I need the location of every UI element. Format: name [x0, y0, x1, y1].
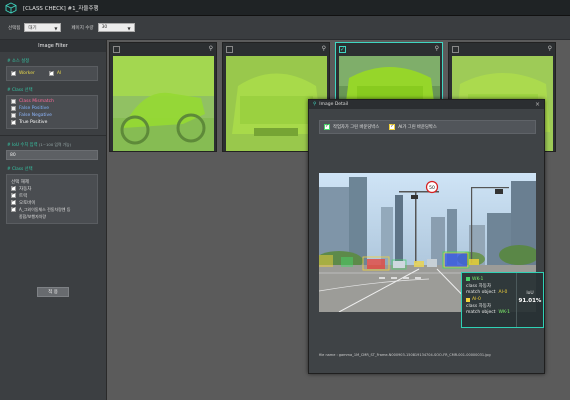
card-checkbox[interactable]: [452, 46, 459, 53]
checkbox-icon[interactable]: [11, 99, 16, 104]
checkbox-icon[interactable]: ✓: [324, 124, 330, 130]
title-bar: [CLASS CHECK] #1_자율주행: [0, 0, 570, 16]
checkbox-icon[interactable]: ✓: [11, 193, 16, 198]
class-group: Class Mismatch False Positive False Nega…: [6, 95, 98, 129]
page-size-select[interactable]: 30 ▼: [97, 23, 135, 32]
class-item-truck[interactable]: ✓ 트럭: [11, 192, 93, 199]
card-checkbox[interactable]: [113, 46, 120, 53]
checkbox-icon[interactable]: [11, 113, 16, 118]
apply-button[interactable]: 적 용: [37, 287, 69, 297]
worker-bbox-toggle[interactable]: ✓ 작업자가 그린 바운딩박스: [324, 124, 379, 130]
checkbox-icon[interactable]: ✓: [11, 186, 16, 191]
checkbox-icon[interactable]: ✓: [11, 120, 16, 125]
card-checkbox-checked[interactable]: ✓: [339, 46, 346, 53]
toolbar: 선택됨 대기 ▼ 페이지 수량 30 ▼: [0, 16, 570, 40]
thumbnail-image: [113, 56, 214, 151]
iou-panel: IoU 91.01%: [516, 273, 543, 327]
app-title: [CLASS CHECK] #1_자율주행: [23, 5, 99, 12]
iou-label: IoU: [526, 291, 534, 296]
chevron-down-icon: ▼: [127, 26, 131, 31]
checkbox-icon[interactable]: [11, 106, 16, 111]
zoom-icon[interactable]: ⚲: [322, 45, 326, 52]
worker-color-swatch: [466, 277, 470, 282]
source-section-title: # 소스 설정: [7, 59, 30, 64]
close-icon[interactable]: ×: [535, 101, 540, 108]
bbox-options: ✓ 작업자가 그린 바운딩박스 ✓ AI가 그린 바운딩박스: [319, 120, 536, 134]
filter-sidebar: Image Filter # 소스 설정 ✓ Worker ✓ AI # Cla…: [0, 40, 107, 400]
card-checkbox[interactable]: [226, 46, 233, 53]
divider: [0, 135, 106, 136]
image-detail-modal: ⚲ Image Detail × ✓ 작업자가 그린 바운딩박스 ✓ AI가 그…: [308, 99, 545, 374]
checkbox-icon[interactable]: ✓: [11, 207, 16, 212]
file-name: file name : gamma_1M_CMR_ST_Frame-N00090…: [319, 353, 491, 357]
class-item-motorcycle[interactable]: ✓ 오토바이: [11, 199, 93, 206]
false-positive-option[interactable]: False Positive: [11, 105, 93, 112]
ai-bbox-toggle[interactable]: ✓ AI가 그린 바운딩박스: [389, 124, 437, 130]
iou-value: 91.01%: [518, 298, 542, 304]
checkbox-icon[interactable]: ✓: [11, 200, 16, 205]
speed-sign-text: 50: [429, 185, 435, 191]
class-item-car[interactable]: ✓ 자동차: [11, 185, 93, 192]
class-item-other-vehicle[interactable]: ✓ A_그외이동체스 전동차량엔 등: [11, 206, 93, 213]
zoom-icon[interactable]: ⚲: [548, 45, 552, 52]
class-select-section-title: # Class 선택: [7, 167, 33, 172]
status-filter-select[interactable]: 대기 ▼: [24, 23, 62, 32]
page-size-label: 페이지 수량: [71, 25, 94, 31]
ai-box-match: match object WK-1: [466, 310, 510, 316]
bbox-info-popover: WK-1 class 자동차 match object AI-0 AI-0 cl…: [461, 272, 544, 328]
class-item-pedestrian-vehicle[interactable]: 종합/보행자차량: [11, 213, 93, 220]
ai-checkbox[interactable]: ✓ AI: [48, 70, 61, 77]
iou-input[interactable]: 80: [6, 150, 98, 160]
class-section-title: # Class 선택: [7, 88, 33, 93]
magnifier-icon: ⚲: [313, 102, 317, 107]
cube-logo-icon: [5, 1, 17, 14]
source-group: ✓ Worker ✓ AI: [6, 66, 98, 81]
worker-box-match: match object AI-0: [466, 289, 508, 295]
iou-section-title: # IoU 수치 입력 (1~100 입력 가능): [7, 142, 72, 148]
zoom-icon[interactable]: ⚲: [209, 45, 213, 52]
false-negative-option[interactable]: False Negative: [11, 112, 93, 119]
ai-color-swatch: [466, 297, 470, 302]
checkbox-icon[interactable]: ✓: [48, 71, 54, 76]
true-positive-option[interactable]: ✓ True Positive: [11, 119, 93, 126]
sidebar-header: Image Filter: [0, 40, 106, 52]
checkbox-icon[interactable]: ✓: [11, 71, 16, 76]
checkbox-icon[interactable]: ✓: [389, 124, 396, 130]
deselect-all-link[interactable]: 선택 해제: [11, 178, 93, 185]
status-filter-label: 선택됨: [8, 25, 21, 31]
class-list-group: 선택 해제 ✓ 자동차 ✓ 트럭 ✓ 오토바이 ✓ A_그외이동체스 전동차량엔…: [6, 174, 98, 224]
zoom-icon[interactable]: ⚲: [435, 45, 439, 52]
modal-title: Image Detail: [319, 102, 349, 107]
chevron-down-icon: ▼: [54, 26, 58, 31]
worker-checkbox[interactable]: ✓ Worker: [11, 70, 35, 77]
image-card[interactable]: ⚲: [109, 42, 217, 152]
modal-title-bar: ⚲ Image Detail: [309, 100, 544, 109]
class-mismatch-option[interactable]: Class Mismatch: [11, 98, 93, 105]
